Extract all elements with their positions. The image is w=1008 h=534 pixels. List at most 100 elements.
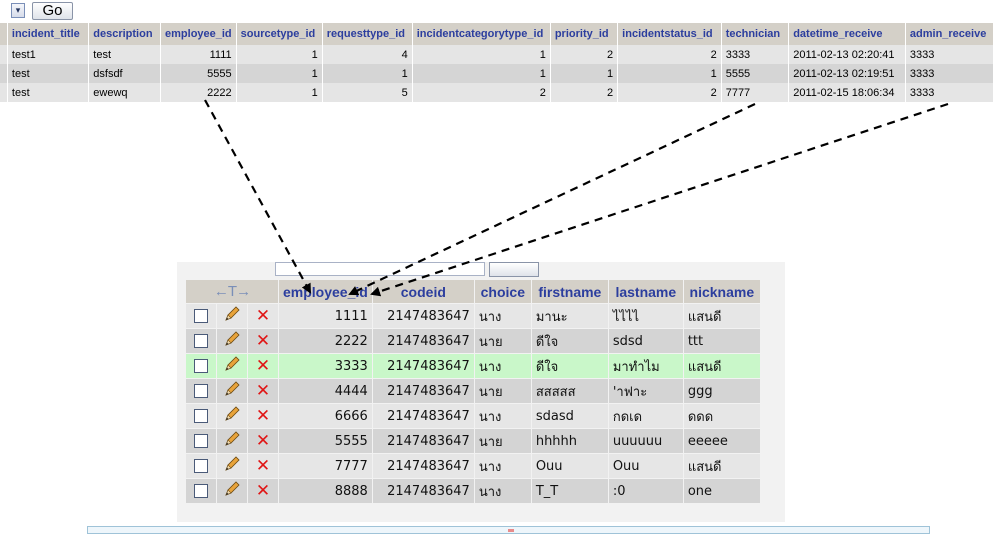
column-header-employee-id[interactable]: employee_id — [279, 280, 372, 303]
table-cell: 1 — [322, 64, 412, 83]
nickname-cell: แสนดี — [683, 354, 760, 378]
lastname-cell: :0 — [608, 479, 683, 503]
table-cell: 2222 — [161, 83, 236, 102]
row-checkbox[interactable] — [194, 384, 208, 398]
column-header-choice[interactable]: choice — [474, 280, 531, 303]
delete-x-icon[interactable]: ✕ — [256, 432, 270, 450]
delete-x-icon[interactable]: ✕ — [256, 357, 270, 375]
delete-x-icon[interactable]: ✕ — [256, 482, 270, 500]
delete-x-icon[interactable]: ✕ — [256, 382, 270, 400]
table-cell: 2 — [618, 83, 721, 102]
table-row[interactable]: ✕ 6666 2147483647 นาง sdasd กดเด ดดด — [186, 404, 760, 428]
table-cell: 1 — [236, 45, 322, 64]
column-header-codeid[interactable]: codeid — [372, 280, 474, 303]
pencil-icon[interactable] — [223, 455, 241, 477]
select-dropdown-arrow[interactable]: ▾ — [11, 3, 25, 18]
pencil-icon[interactable] — [223, 380, 241, 402]
choice-cell: นาง — [474, 404, 531, 428]
pencil-icon[interactable] — [223, 305, 241, 327]
column-resize-header[interactable]: ←T→ — [186, 280, 278, 303]
choice-cell: นาง — [474, 454, 531, 478]
choice-cell: นาย — [474, 429, 531, 453]
table-cell: 1 — [550, 64, 618, 83]
column-header[interactable]: incident_title — [7, 23, 89, 45]
row-checkbox[interactable] — [194, 334, 208, 348]
table-cell: 1 — [236, 64, 322, 83]
row-checkbox[interactable] — [194, 359, 208, 373]
filter-input[interactable] — [275, 262, 485, 276]
table-cell: 2 — [550, 45, 618, 64]
codeid-cell: 2147483647 — [372, 304, 474, 328]
row-checkbox-cell — [186, 404, 216, 428]
delete-cell: ✕ — [248, 429, 278, 453]
edit-cell — [217, 354, 247, 378]
row-checkbox[interactable] — [194, 484, 208, 498]
delete-cell: ✕ — [248, 329, 278, 353]
column-header[interactable]: datetime_receive — [789, 23, 905, 45]
table-row[interactable]: ✕ 1111 2147483647 นาง มานะ ไไไไ แสนดี — [186, 304, 760, 328]
row-checkbox[interactable] — [194, 409, 208, 423]
table-row[interactable]: ✕ 4444 2147483647 นาย สสสสส 'าฟาะ ggg — [186, 379, 760, 403]
table-row[interactable]: ✕ 7777 2147483647 นาง Ouu Ouu แสนดี — [186, 454, 760, 478]
column-header[interactable]: requesttype_id — [322, 23, 412, 45]
codeid-cell: 2147483647 — [372, 404, 474, 428]
column-header[interactable]: technician — [721, 23, 789, 45]
column-header[interactable]: description — [89, 23, 161, 45]
column-header-nickname[interactable]: nickname — [683, 280, 760, 303]
delete-x-icon[interactable]: ✕ — [256, 407, 270, 425]
delete-x-icon[interactable]: ✕ — [256, 307, 270, 325]
table-row[interactable]: ✕ 3333 2147483647 นาง ดีใจ มาทำไม แสนดี — [186, 354, 760, 378]
delete-x-icon[interactable]: ✕ — [256, 332, 270, 350]
row-checkbox[interactable] — [194, 459, 208, 473]
lastname-cell: กดเด — [608, 404, 683, 428]
pencil-icon[interactable] — [223, 330, 241, 352]
choice-cell: นาง — [474, 304, 531, 328]
table-row: test ewewq 2222 1 5 2 2 2 7777 2011-02-1… — [0, 83, 993, 102]
column-header[interactable]: priority_id — [550, 23, 618, 45]
firstname-cell: ดีใจ — [531, 354, 608, 378]
table-cell: 1 — [236, 83, 322, 102]
pencil-icon[interactable] — [223, 480, 241, 502]
row-checkbox[interactable] — [194, 434, 208, 448]
delete-cell: ✕ — [248, 354, 278, 378]
codeid-cell: 2147483647 — [372, 479, 474, 503]
column-header[interactable]: s — [0, 23, 7, 45]
table-cell: 2011-02-13 02:19:51 — [789, 64, 905, 83]
filter-row — [177, 262, 785, 280]
edit-cell — [217, 454, 247, 478]
column-header[interactable]: employee_id — [161, 23, 236, 45]
firstname-cell: Ouu — [531, 454, 608, 478]
column-header[interactable]: incidentstatus_id — [618, 23, 721, 45]
table-cell: test — [7, 64, 89, 83]
row-checkbox[interactable] — [194, 309, 208, 323]
column-header[interactable]: incidentcategorytype_id — [412, 23, 550, 45]
column-header[interactable]: admin_receive — [905, 23, 993, 45]
filter-go-button[interactable] — [489, 262, 539, 277]
delete-cell: ✕ — [248, 479, 278, 503]
table-row[interactable]: ✕ 5555 2147483647 นาย hhhhh uuuuuu eeeee — [186, 429, 760, 453]
column-header-lastname[interactable]: lastname — [608, 280, 683, 303]
row-checkbox-cell — [186, 379, 216, 403]
codeid-cell: 2147483647 — [372, 329, 474, 353]
pencil-icon[interactable] — [223, 355, 241, 377]
status-indicator — [508, 529, 514, 532]
choice-cell: นาง — [474, 479, 531, 503]
table-row[interactable]: ✕ 2222 2147483647 นาย ดีใจ sdsd ttt — [186, 329, 760, 353]
table-cell: 2011-02-15 18:06:34 — [789, 83, 905, 102]
table-cell: 3333 — [905, 45, 993, 64]
pencil-icon[interactable] — [223, 430, 241, 452]
column-header[interactable]: sourcetype_id — [236, 23, 322, 45]
table-row[interactable]: ✕ 8888 2147483647 นาง T_T:0 one — [186, 479, 760, 503]
pencil-icon[interactable] — [223, 405, 241, 427]
nickname-cell: ดดด — [683, 404, 760, 428]
lastname-cell: uuuuuu — [608, 429, 683, 453]
nickname-cell: one — [683, 479, 760, 503]
delete-x-icon[interactable]: ✕ — [256, 457, 270, 475]
employee-query-result: ←T→ employee_id codeid choice firstname … — [177, 262, 785, 522]
table-cell: 1 — [412, 64, 550, 83]
row-checkbox-cell — [186, 329, 216, 353]
column-header-firstname[interactable]: firstname — [531, 280, 608, 303]
nickname-cell: eeeee — [683, 429, 760, 453]
go-button[interactable]: Go — [32, 2, 73, 20]
firstname-cell: sdasd — [531, 404, 608, 428]
